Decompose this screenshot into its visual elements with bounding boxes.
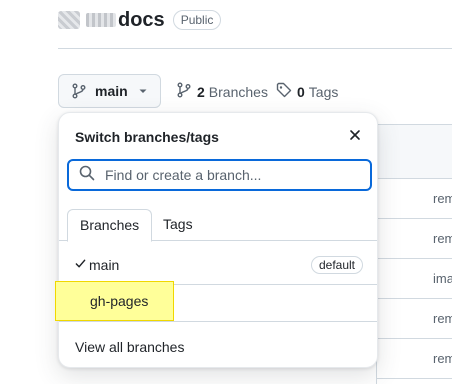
check-icon bbox=[75, 256, 87, 274]
git-branch-icon bbox=[176, 82, 197, 101]
tags-count: 0 bbox=[297, 83, 305, 100]
branch-switcher-popover: Switch branches/tags Branches Tags main … bbox=[55, 112, 378, 368]
view-all-branches-link[interactable]: View all branches bbox=[75, 339, 184, 355]
branch-search-box[interactable] bbox=[67, 159, 372, 191]
commit-message: rem bbox=[433, 231, 452, 246]
file-list-header bbox=[377, 125, 452, 179]
branch-name: gh-pages bbox=[90, 293, 149, 309]
branch-item-main[interactable]: main default bbox=[59, 245, 377, 285]
git-branch-icon bbox=[71, 83, 87, 99]
branches-link[interactable]: 2 Branches bbox=[176, 82, 268, 101]
search-icon bbox=[79, 165, 95, 186]
commit-message: rem bbox=[433, 191, 452, 206]
close-icon[interactable] bbox=[347, 127, 363, 143]
commit-message: ima bbox=[433, 271, 452, 286]
tags-label: Tags bbox=[308, 83, 339, 100]
file-list: rem rem ima rem rem bbox=[376, 124, 452, 384]
branch-selector-button[interactable]: main bbox=[58, 74, 161, 108]
popover-divider bbox=[59, 321, 377, 322]
branches-label: Branches bbox=[208, 83, 268, 100]
caret-down-icon bbox=[138, 86, 148, 96]
tab-tags[interactable]: Tags bbox=[151, 209, 205, 241]
popover-title: Switch branches/tags bbox=[75, 129, 219, 145]
file-row[interactable]: rem bbox=[377, 299, 452, 339]
branch-tag-tabs: Branches Tags bbox=[59, 209, 377, 242]
visibility-badge: Public bbox=[172, 10, 222, 30]
repo-header: docs Public bbox=[58, 6, 222, 34]
commit-message: rem bbox=[433, 351, 452, 366]
file-row[interactable]: rem bbox=[377, 179, 452, 219]
tag-icon bbox=[276, 82, 297, 101]
file-row[interactable]: rem bbox=[377, 219, 452, 259]
blurred-owner-name bbox=[86, 13, 116, 27]
branch-name: main bbox=[89, 256, 120, 273]
file-row[interactable]: ima bbox=[377, 259, 452, 299]
branch-item-gh-pages[interactable]: gh-pages bbox=[55, 281, 174, 321]
branch-search-input[interactable] bbox=[103, 166, 343, 184]
commit-message: rem bbox=[433, 311, 452, 326]
blurred-avatar bbox=[58, 11, 80, 29]
tags-link[interactable]: 0 Tags bbox=[276, 82, 338, 101]
file-row[interactable]: rem bbox=[377, 339, 452, 379]
tab-branches[interactable]: Branches bbox=[67, 209, 153, 242]
default-badge: default bbox=[310, 255, 363, 274]
branch-selector-label: main bbox=[95, 83, 128, 99]
repo-name[interactable]: docs bbox=[118, 9, 165, 32]
header-divider bbox=[58, 48, 452, 49]
branches-count: 2 bbox=[197, 83, 205, 100]
